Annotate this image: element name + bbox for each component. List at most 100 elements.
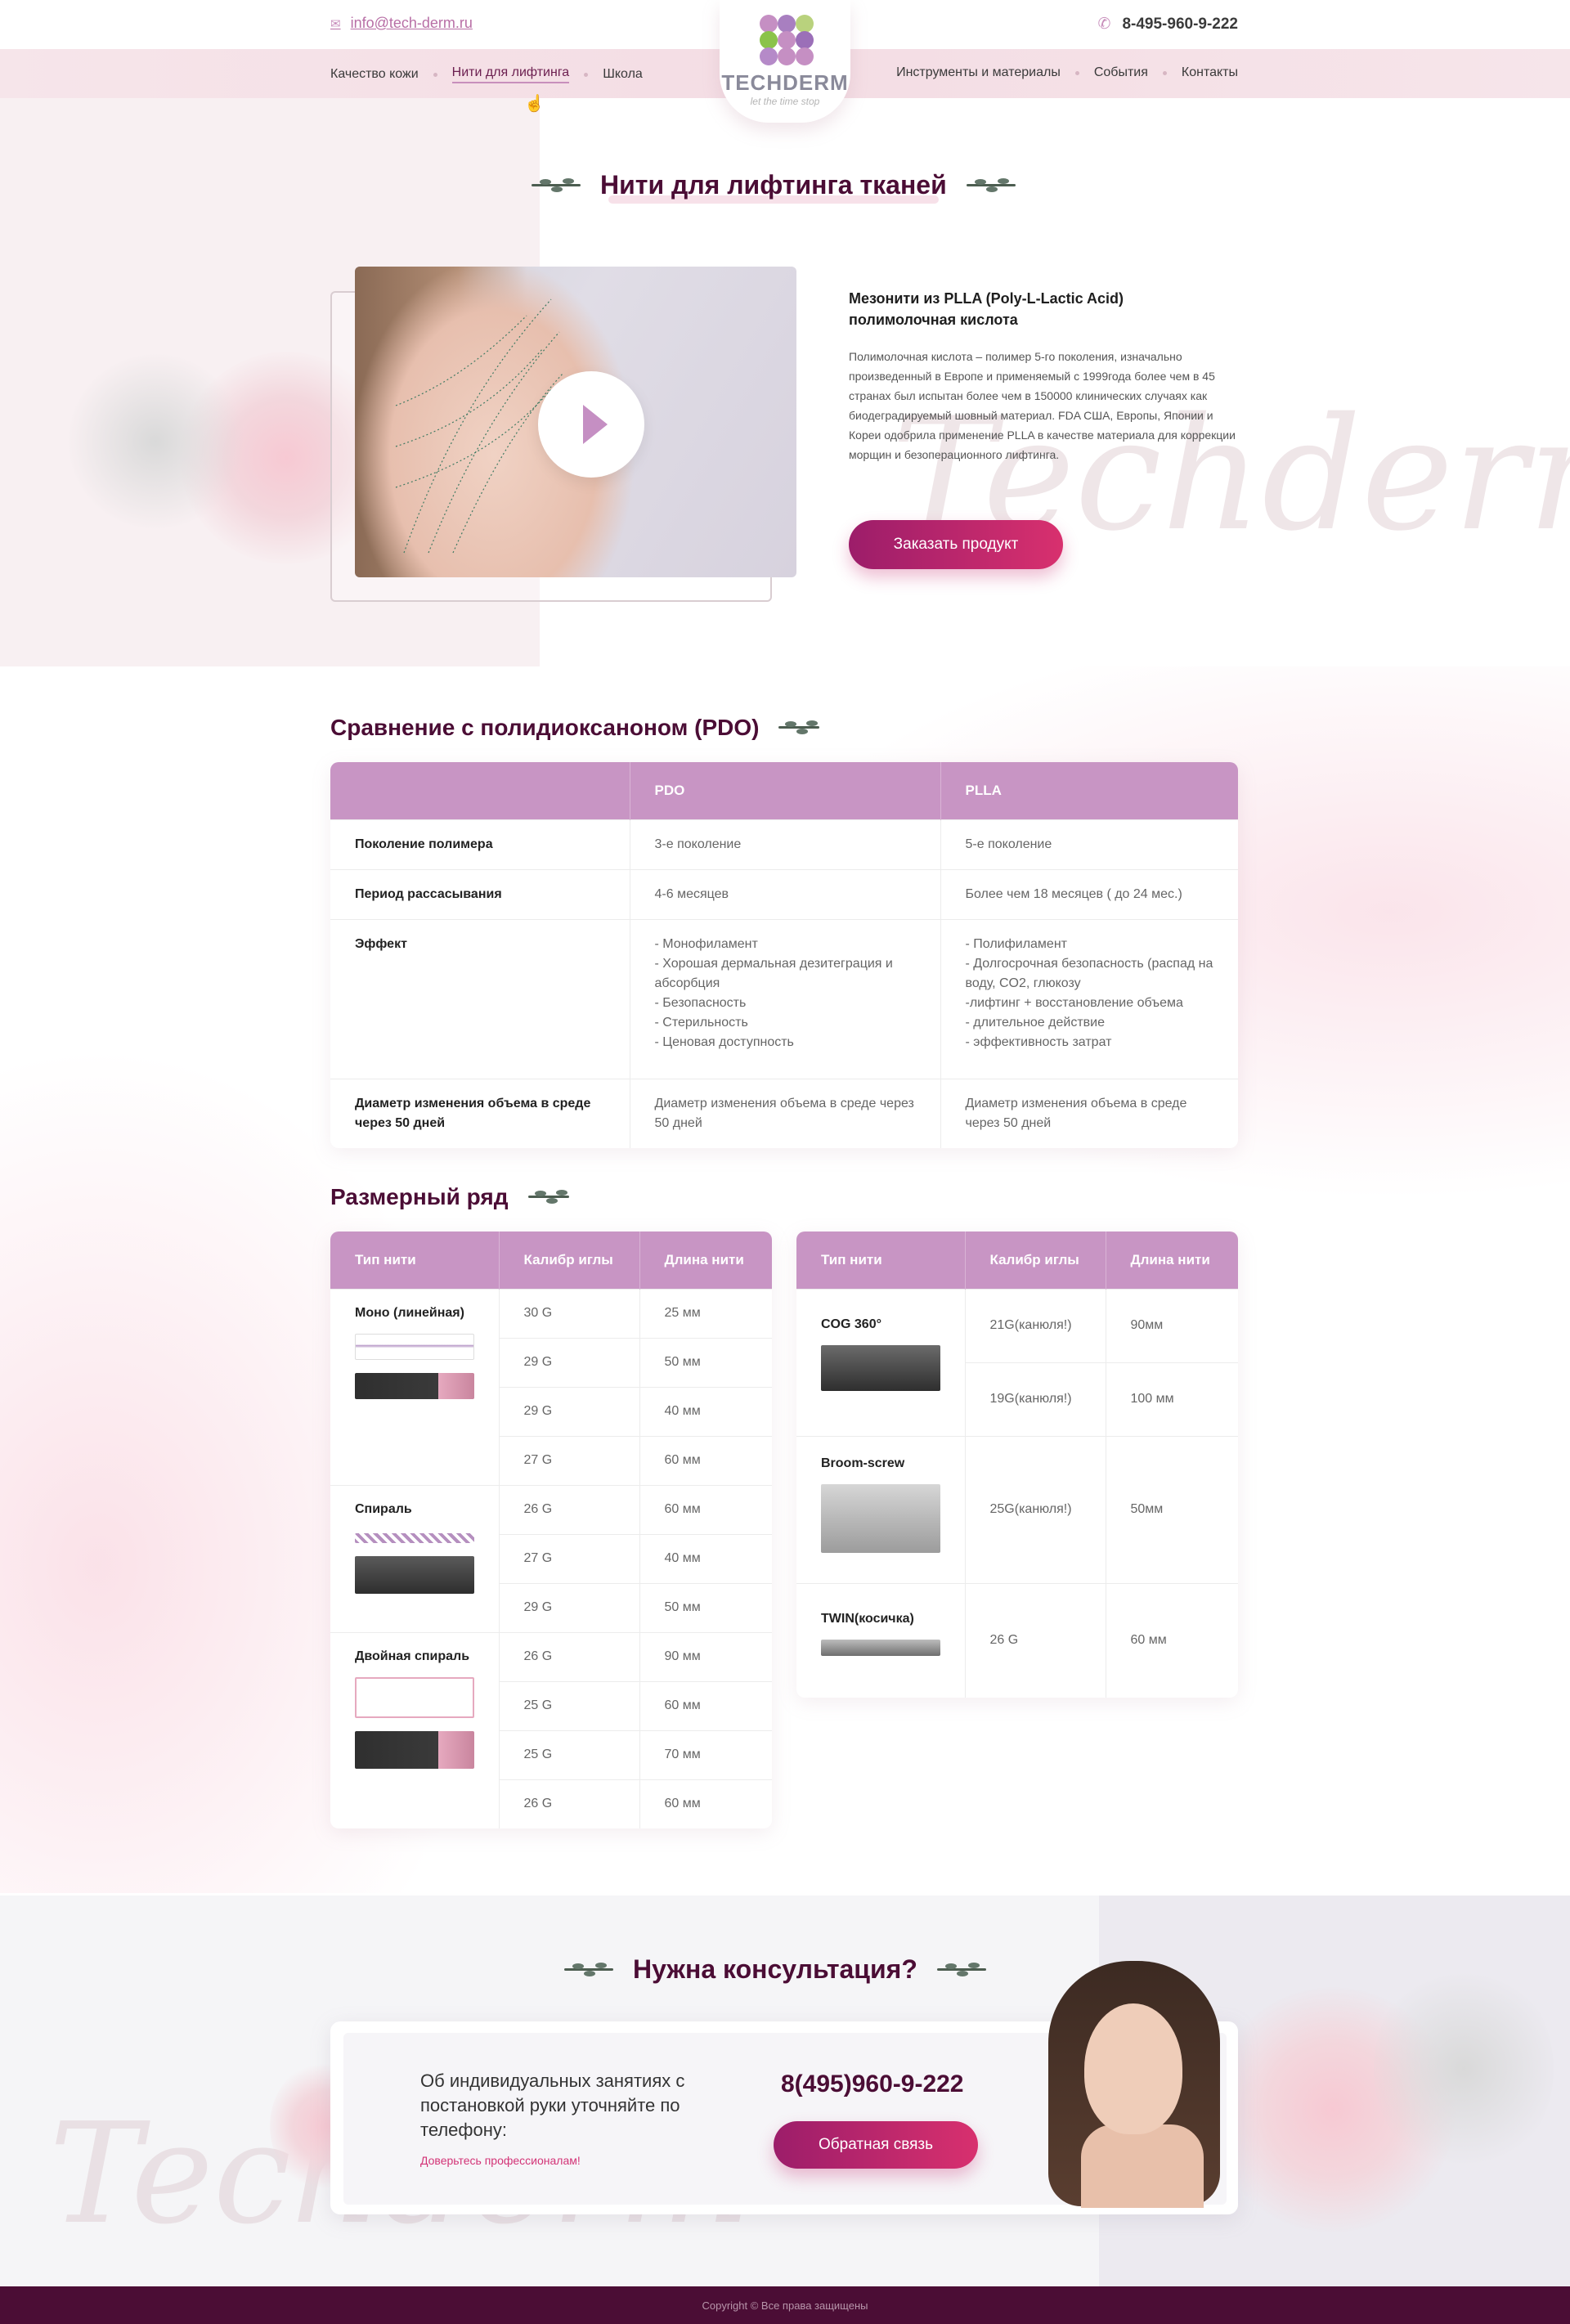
consult-title-block: Нужна консультация? xyxy=(564,1954,986,1985)
length-cell: 60 мм xyxy=(1106,1582,1238,1698)
nav-item-tools[interactable]: Инструменты и материалы xyxy=(896,65,1061,80)
sprig-left-icon xyxy=(564,1959,613,1981)
gauge-cell: 26 G xyxy=(499,1484,640,1534)
thread-type-name: Двойная спираль xyxy=(355,1649,470,1663)
comparison-header-plla: PLLA xyxy=(940,762,1238,819)
table-row: Broom-screw 25G(канюля!) 50мм xyxy=(796,1435,1238,1583)
consultant-photo xyxy=(1032,1961,1231,2208)
cog-thread-image xyxy=(821,1344,940,1391)
length-cell: 100 мм xyxy=(1106,1362,1238,1436)
copyright-text: Copyright © Все права защищены xyxy=(702,2299,868,2312)
gauge-cell: 27 G xyxy=(499,1435,640,1485)
logo-tagline: let the time stop xyxy=(750,96,820,107)
header-email[interactable]: ✉ info@tech-derm.ru xyxy=(330,15,473,32)
length-cell: 90 мм xyxy=(639,1631,772,1681)
product-title: Мезонити из PLLA (Poly-L-Lactic Acid) по… xyxy=(849,290,1124,328)
header-needle-gauge: Калибр иглы xyxy=(499,1232,640,1289)
thread-type-name: Моно (линейная) xyxy=(355,1305,464,1320)
gauge-cell: 26 G xyxy=(499,1779,640,1828)
mail-icon: ✉ xyxy=(330,16,341,31)
length-cell: 50мм xyxy=(1106,1435,1238,1583)
length-cell: 50 мм xyxy=(639,1582,772,1632)
pdo-cell: Диаметр изменения объема в среде через 5… xyxy=(630,1078,941,1148)
leaf-decoration xyxy=(65,352,245,532)
length-cell: 60 мм xyxy=(639,1435,772,1485)
product-video[interactable] xyxy=(355,267,796,577)
pdo-cell: 3-е поколение xyxy=(630,819,941,869)
nav-item-events[interactable]: События xyxy=(1094,65,1148,80)
table-row: Моно (линейная) 30 G 25 мм xyxy=(330,1288,772,1485)
nav-separator xyxy=(433,72,437,77)
effect-line: - Ценовая доступность xyxy=(654,1034,794,1049)
gauge-cell: 29 G xyxy=(499,1582,640,1632)
comparison-title-block: Сравнение с полидиоксаноном (PDO) xyxy=(330,715,820,741)
effect-line: - Монофиламент xyxy=(654,936,758,951)
callback-button[interactable]: Обратная связь xyxy=(774,2121,978,2169)
nav-item-lifting-threads[interactable]: Нити для лифтинга xyxy=(451,65,570,83)
header-thread-length: Длина нити xyxy=(1106,1232,1238,1289)
table-row: Диаметр изменения объема в среде через 5… xyxy=(330,1078,1238,1148)
phone-icon: ✆ xyxy=(1097,16,1111,33)
gauge-cell: 26 G xyxy=(499,1631,640,1681)
consult-trust-link[interactable]: Доверьтесь профессионалам! xyxy=(420,2154,581,2167)
gauge-cell: 27 G xyxy=(499,1533,640,1583)
sizes-table-right: Тип нити Калибр иглы Длина нити COG 360°… xyxy=(796,1232,1238,1698)
play-button[interactable] xyxy=(538,371,644,478)
gauge-cell: 25 G xyxy=(499,1680,640,1730)
comparison-title: Сравнение с полидиоксаноном (PDO) xyxy=(330,715,760,740)
nav-separator xyxy=(584,72,589,77)
effect-line: - Хорошая дермальная дезитеграция и абсо… xyxy=(654,956,893,990)
effect-line: - Долгосрочная безопасность (распад на в… xyxy=(965,956,1213,990)
broom-screw-image xyxy=(821,1483,940,1553)
effect-line: - Полифиламент xyxy=(965,936,1068,951)
table-row: Период рассасывания 4-6 месяцев Более че… xyxy=(330,868,1238,919)
gauge-cell: 25G(канюля!) xyxy=(965,1435,1106,1583)
consult-text: Об индивидуальных занятиях с постановкой… xyxy=(420,2071,685,2140)
length-cell: 25 мм xyxy=(639,1288,772,1338)
mono-needle-image xyxy=(355,1372,474,1399)
nav-item-contacts[interactable]: Контакты xyxy=(1182,65,1238,80)
gauge-cell: 30 G xyxy=(499,1288,640,1338)
nav-item-skin-quality[interactable]: Качество кожи xyxy=(330,67,419,82)
thread-type-cell: Спираль xyxy=(330,1484,500,1632)
table-row: COG 360° 21G(канюля!) 90мм xyxy=(796,1288,1238,1436)
nav-separator xyxy=(1162,70,1167,75)
page-title: Нити для лифтинга тканей xyxy=(600,170,947,204)
comparison-header-empty xyxy=(330,762,630,819)
logo[interactable]: TECHDERM let the time stop xyxy=(720,0,850,123)
consult-phone[interactable]: 8(495)960-9-222 xyxy=(781,2071,964,2098)
table-row: Эффект - Монофиламент - Хорошая дермальн… xyxy=(330,918,1238,1079)
thread-type-name: Broom-screw xyxy=(821,1456,905,1470)
logo-mark-icon xyxy=(756,13,814,67)
gauge-cell: 25 G xyxy=(499,1730,640,1779)
sprig-icon xyxy=(527,1187,569,1208)
gauge-cell: 19G(канюля!) xyxy=(965,1362,1106,1436)
table-row: TWIN(косичка) 26 G 60 мм xyxy=(796,1582,1238,1698)
thread-type-name: COG 360° xyxy=(821,1317,881,1331)
consult-title: Нужна консультация? xyxy=(633,1954,917,1984)
effect-line: -лифтинг + восстановление объема xyxy=(965,995,1183,1010)
length-cell: 50 мм xyxy=(639,1337,772,1387)
effect-line: - Стерильность xyxy=(654,1015,748,1030)
email-link[interactable]: info@tech-derm.ru xyxy=(351,15,473,32)
cursor-icon: ☝ xyxy=(524,95,545,113)
plla-cell: Более чем 18 месяцев ( до 24 мес.) xyxy=(940,868,1238,919)
order-product-button[interactable]: Заказать продукт xyxy=(849,520,1063,569)
header-needle-gauge: Калибр иглы xyxy=(965,1232,1106,1289)
header-phone[interactable]: ✆ 8-495-960-9-222 xyxy=(1098,15,1238,34)
comparison-header-row: PDO PLLA xyxy=(330,762,1238,819)
comparison-table: PDO PLLA Поколение полимера 3-е поколени… xyxy=(330,762,1238,1148)
sizes-table-left: Тип нити Калибр иглы Длина нити Моно (ли… xyxy=(330,1232,772,1828)
gauge-cell: 29 G xyxy=(499,1337,640,1387)
length-cell: 60 мм xyxy=(639,1779,772,1828)
spiral-needle-image xyxy=(355,1555,474,1594)
length-cell: 40 мм xyxy=(639,1386,772,1436)
spiral-thread-image xyxy=(355,1532,474,1543)
effect-line: - длительное действие xyxy=(965,1015,1105,1030)
phone-number[interactable]: 8-495-960-9-222 xyxy=(1122,16,1238,34)
thread-type-cell: COG 360° xyxy=(796,1288,966,1436)
nav-item-school[interactable]: Школа xyxy=(603,67,643,82)
effect-line: - Безопасность xyxy=(654,995,747,1010)
plla-cell: Диаметр изменения объема в среде через 5… xyxy=(940,1078,1238,1148)
sprig-icon xyxy=(778,717,820,738)
